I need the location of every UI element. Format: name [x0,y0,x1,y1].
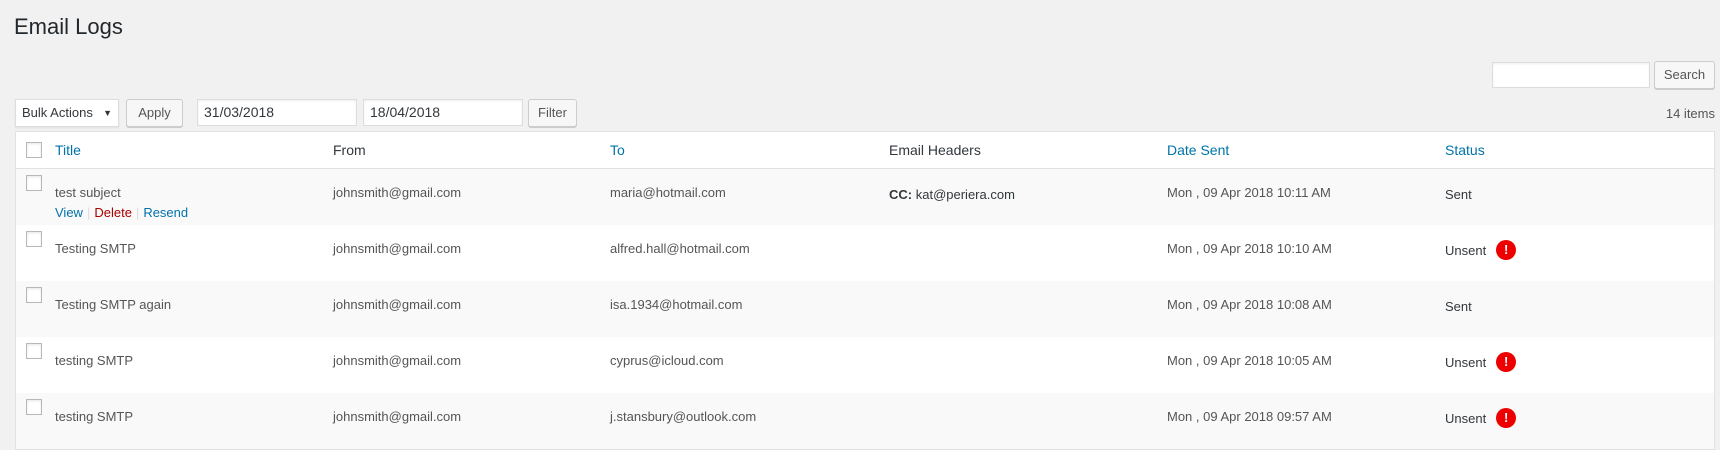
row-checkbox[interactable] [26,231,42,247]
row-from: johnsmith@gmail.com [333,297,462,312]
resend-link[interactable]: Resend [143,205,188,220]
row-checkbox[interactable] [26,399,42,415]
status-text: Unsent [1445,411,1487,426]
select-all-checkbox[interactable] [26,142,42,158]
status-text: Unsent [1445,355,1487,370]
row-date-sent: Mon , 09 Apr 2018 10:11 AM [1167,185,1331,200]
row-from: johnsmith@gmail.com [333,185,462,200]
row-checkbox[interactable] [26,287,42,303]
row-title[interactable]: testing SMTP [55,353,133,368]
date-from-input[interactable]: 31/03/2018 [197,99,357,126]
row-to: maria@hotmail.com [610,185,726,200]
row-to: cyprus@icloud.com [610,353,724,368]
alert-icon[interactable]: ! [1496,408,1517,429]
header-from: From [333,142,366,158]
separator: | [86,205,91,220]
row-checkbox[interactable] [26,175,42,191]
status-text: Sent [1445,187,1472,202]
header-email-headers: Email Headers [889,142,981,158]
table-row: Testing SMTP johnsmith@gmail.com alfred.… [16,225,1714,281]
table-row: testing SMTP johnsmith@gmail.com cyprus@… [16,337,1714,393]
header-date-sent[interactable]: Date Sent [1167,142,1229,158]
apply-button[interactable]: Apply [126,99,183,127]
items-count: 14 items [1665,106,1715,121]
row-title[interactable]: testing SMTP [55,409,133,424]
row-status: Unsent! [1445,408,1517,429]
table-header: Title From To Email Headers Date Sent St… [16,132,1714,169]
separator: | [135,205,140,220]
row-to: j.stansbury@outlook.com [610,409,757,424]
cc-label: CC: [889,187,913,202]
row-status: Sent [1445,187,1472,202]
alert-icon[interactable]: ! [1496,352,1517,373]
date-to-input[interactable]: 18/04/2018 [363,99,523,126]
search-input[interactable] [1492,62,1650,88]
table-row: testing SMTP johnsmith@gmail.com j.stans… [16,393,1714,449]
filter-button[interactable]: Filter [528,99,577,127]
header-title[interactable]: Title [55,142,81,158]
row-status: Unsent! [1445,352,1517,373]
row-from: johnsmith@gmail.com [333,241,462,256]
row-checkbox[interactable] [26,343,42,359]
row-date-sent: Mon , 09 Apr 2018 10:10 AM [1167,241,1332,256]
bulk-actions-select[interactable]: Bulk Actions ▼ [15,99,119,127]
row-to: isa.1934@hotmail.com [610,297,743,312]
row-date-sent: Mon , 09 Apr 2018 09:57 AM [1167,409,1332,424]
status-text: Unsent [1445,243,1487,258]
header-to[interactable]: To [610,142,625,158]
row-title[interactable]: Testing SMTP [55,241,136,256]
alert-icon[interactable]: ! [1496,240,1517,261]
email-logs-table: Title From To Email Headers Date Sent St… [15,131,1715,450]
bulk-actions-label: Bulk Actions [22,105,93,120]
delete-link[interactable]: Delete [94,205,132,220]
row-status: Sent [1445,299,1472,314]
row-to: alfred.hall@hotmail.com [610,241,750,256]
header-status[interactable]: Status [1445,142,1485,158]
row-from: johnsmith@gmail.com [333,409,462,424]
row-date-sent: Mon , 09 Apr 2018 10:08 AM [1167,297,1332,312]
row-title[interactable]: Testing SMTP again [55,297,171,312]
row-actions: View | Delete | Resend [55,205,188,220]
row-status: Unsent! [1445,240,1517,261]
row-from: johnsmith@gmail.com [333,353,462,368]
status-text: Sent [1445,299,1472,314]
row-email-headers: CC: kat@periera.com [889,187,1015,202]
table-row: Testing SMTP again johnsmith@gmail.com i… [16,281,1714,337]
row-date-sent: Mon , 09 Apr 2018 10:05 AM [1167,353,1332,368]
cc-value: kat@periera.com [915,187,1015,202]
page-title: Email Logs [14,14,123,39]
chevron-down-icon: ▼ [103,108,112,118]
table-row: test subject View | Delete | Resend johnsmit… [16,169,1714,225]
view-link[interactable]: View [55,205,83,220]
search-button[interactable]: Search [1654,61,1715,89]
row-title[interactable]: test subject [55,185,121,200]
